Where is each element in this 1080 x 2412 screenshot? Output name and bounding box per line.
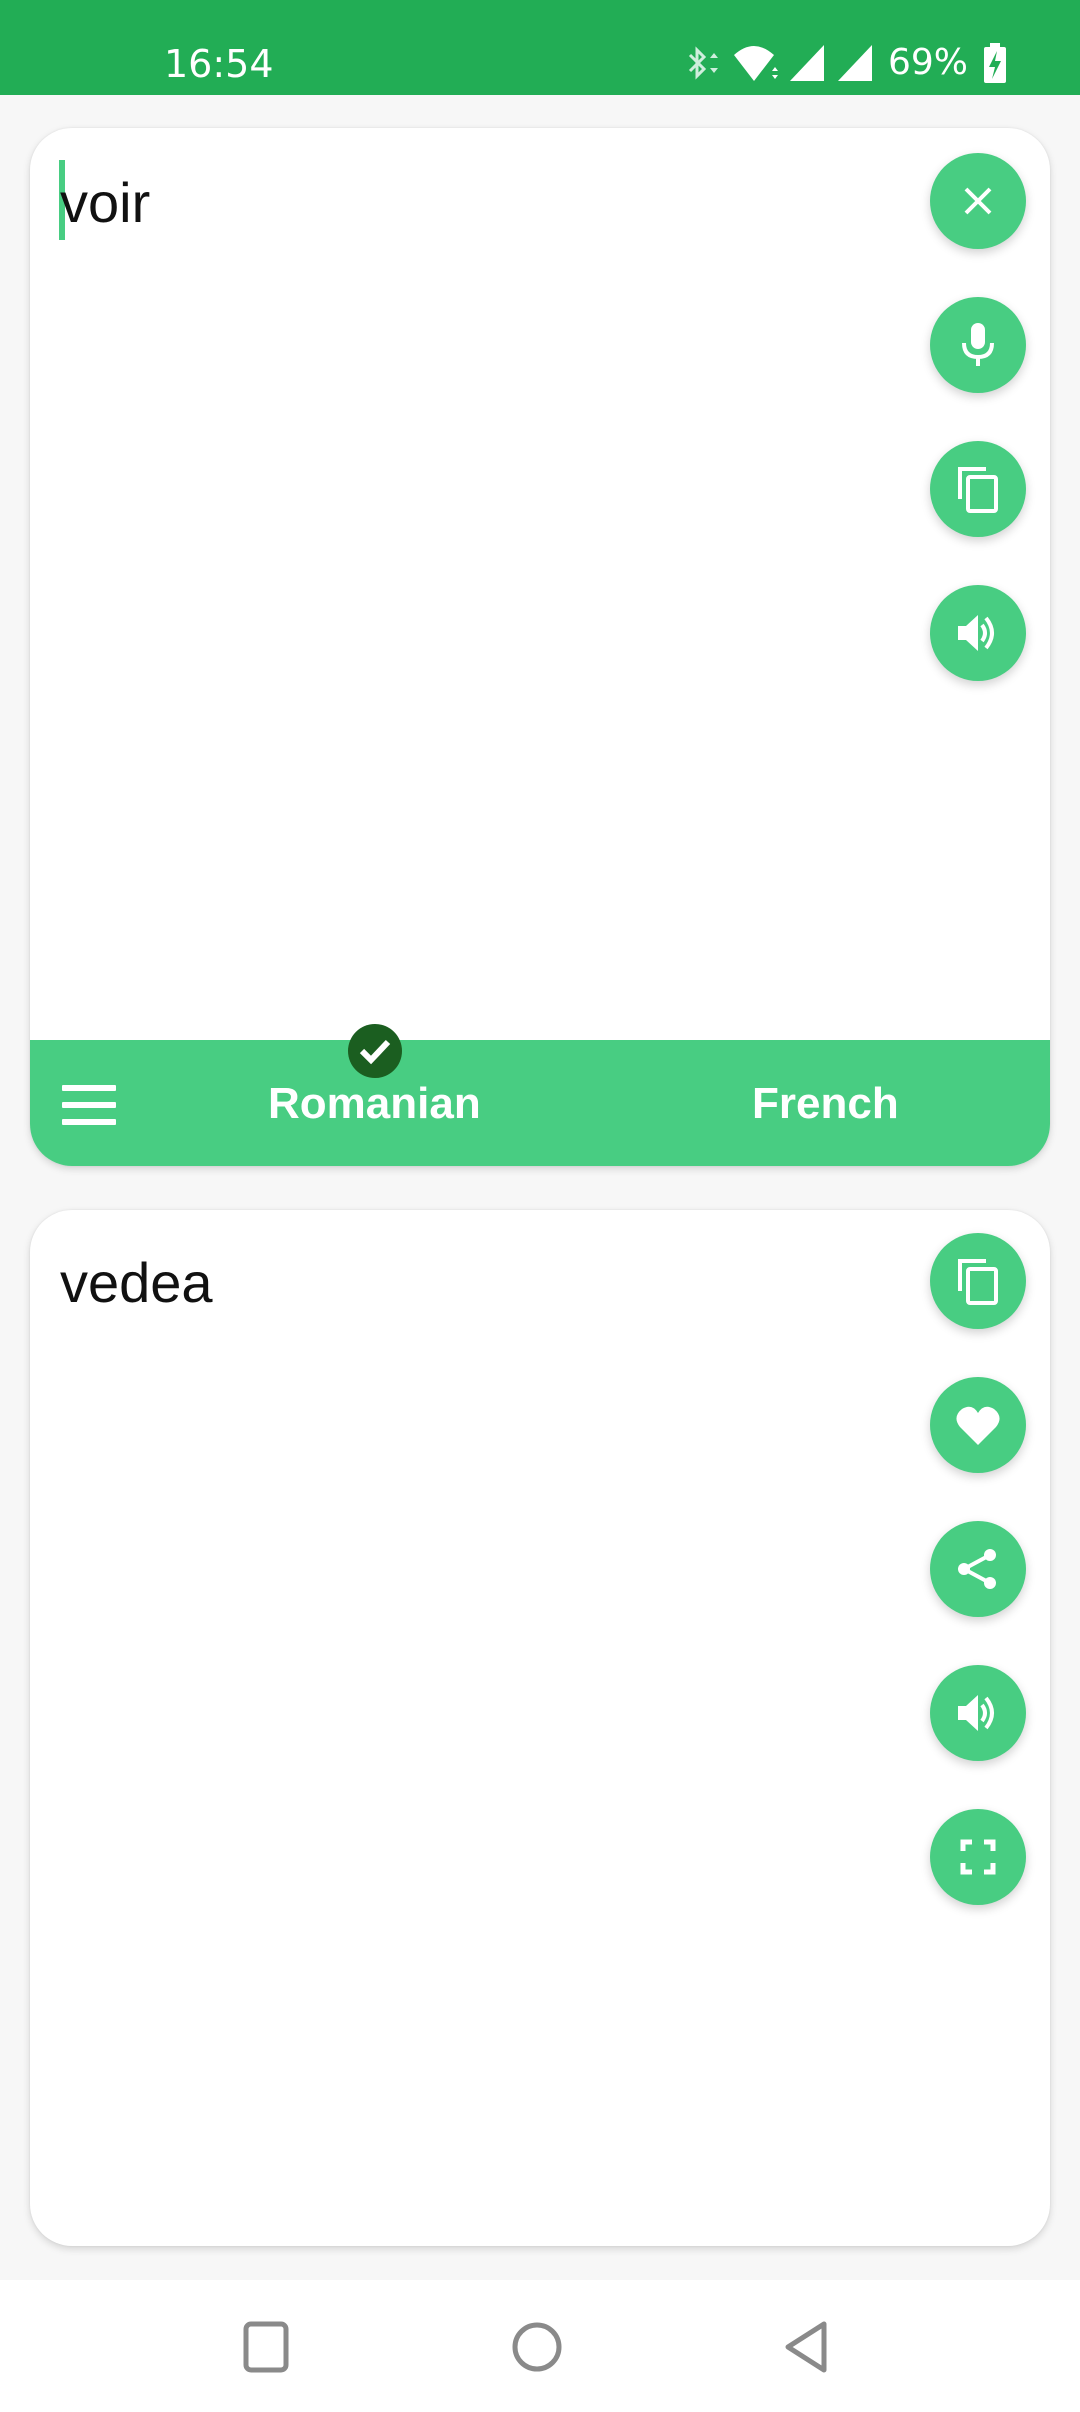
translation-card (30, 1210, 1050, 2246)
back-button[interactable] (780, 2320, 836, 2381)
status-bar: 16:54 69% (0, 0, 1080, 95)
hamburger-menu-icon-line (62, 1102, 116, 1108)
battery-charging-icon (984, 43, 1007, 83)
status-time: 16:54 (164, 42, 274, 86)
speaker-icon (958, 1695, 994, 1731)
signal-icon (790, 45, 824, 81)
back-icon (785, 2321, 827, 2373)
hamburger-menu-icon (62, 1085, 116, 1091)
hamburger-menu-icon-line (62, 1119, 116, 1125)
copy-icon (958, 467, 998, 513)
source-card (30, 128, 1050, 1166)
voice-input-button[interactable] (930, 297, 1026, 393)
home-button[interactable] (510, 2320, 566, 2381)
bluetooth-icon (688, 46, 718, 80)
fullscreen-button[interactable] (930, 1809, 1026, 1905)
copy-source-button[interactable] (930, 441, 1026, 537)
selected-language-badge (348, 1024, 402, 1078)
microphone-icon (962, 323, 994, 366)
menu-button[interactable] (62, 1085, 118, 1127)
target-language-button[interactable]: French (752, 1076, 899, 1132)
check-icon (359, 1039, 391, 1065)
battery-percent: 69% (888, 42, 969, 83)
wifi-icon (734, 46, 778, 81)
source-language-button[interactable]: Romanian (268, 1076, 481, 1132)
heart-icon (956, 1406, 1000, 1445)
share-button[interactable] (930, 1521, 1026, 1617)
source-text-input[interactable]: voir (60, 168, 150, 238)
favorite-button[interactable] (930, 1377, 1026, 1473)
home-icon (512, 2322, 562, 2372)
speak-source-button[interactable] (930, 585, 1026, 681)
copy-translation-button[interactable] (930, 1233, 1026, 1329)
status-icons: 69% (680, 38, 1008, 88)
signal-icon (838, 45, 872, 81)
close-icon (964, 187, 992, 215)
recents-button[interactable] (240, 2320, 296, 2381)
copy-icon (958, 1259, 998, 1305)
clear-button[interactable] (930, 153, 1026, 249)
speak-translation-button[interactable] (930, 1665, 1026, 1761)
fullscreen-icon (960, 1839, 996, 1875)
speaker-icon (958, 615, 994, 651)
recents-icon (243, 2321, 289, 2373)
translation-text: vedea (60, 1251, 213, 1314)
share-icon (958, 1549, 996, 1589)
